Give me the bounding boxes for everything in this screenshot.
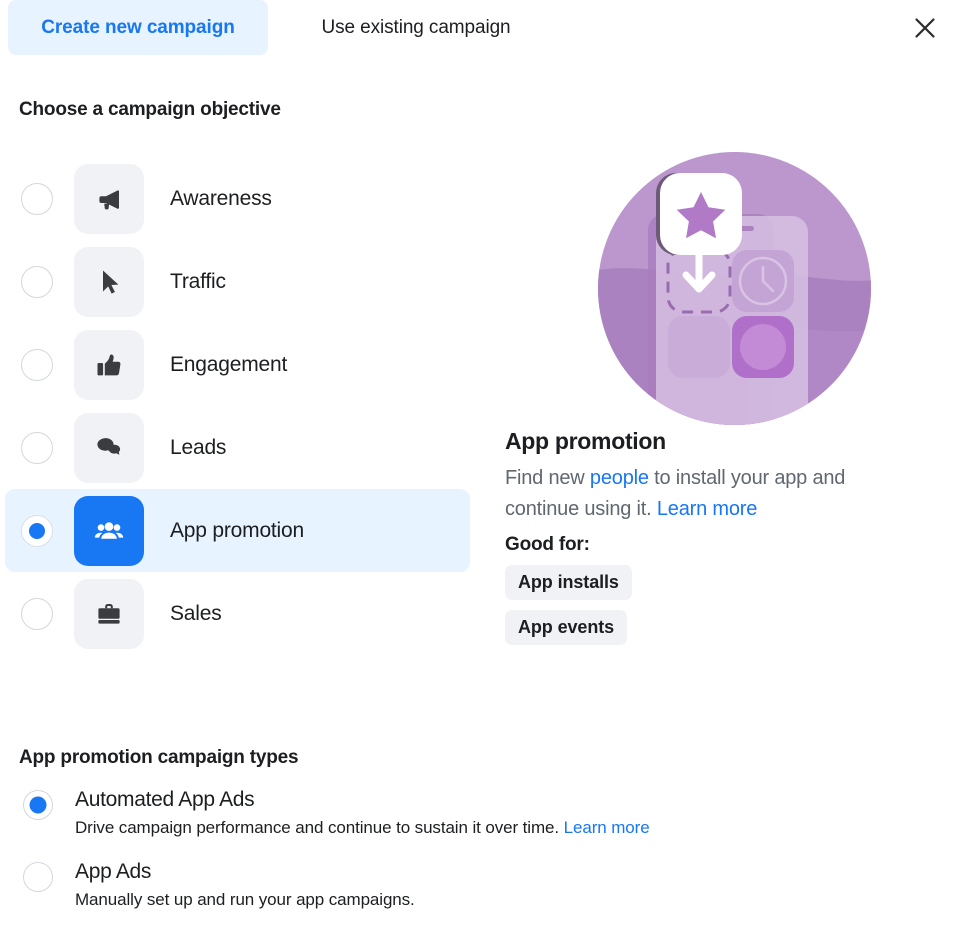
people-icon-container xyxy=(74,495,144,566)
objective-list: Awareness Traffic Engagement Leads App p… xyxy=(0,157,480,655)
tag-app-installs: App installs xyxy=(505,564,632,600)
learn-more-link-automated-app-ads[interactable]: Learn more xyxy=(564,818,650,837)
objective-label-awareness: Awareness xyxy=(170,186,272,210)
tab-use-existing-campaign-label: Use existing campaign xyxy=(321,16,511,38)
app-promotion-illustration xyxy=(598,152,871,425)
radio-automated-app-ads[interactable] xyxy=(23,790,53,820)
campaign-type-description-automated-app-ads: Drive campaign performance and continue … xyxy=(75,818,650,838)
detail-description-part1: Find new xyxy=(505,466,590,489)
campaign-type-description-text-app-ads: Manually set up and run your app campaig… xyxy=(75,890,415,910)
megaphone-icon xyxy=(99,189,119,209)
campaign-tab-bar: Create new campaign Use existing campaig… xyxy=(0,0,960,56)
objective-label-app-promotion: App promotion xyxy=(170,518,304,542)
tab-use-existing-campaign[interactable]: Use existing campaign xyxy=(280,0,552,55)
thumbs-up-icon-container xyxy=(74,329,144,400)
objective-row-app-promotion[interactable]: App promotion xyxy=(5,489,470,572)
objective-row-sales[interactable]: Sales xyxy=(0,572,480,655)
detail-title: App promotion xyxy=(505,428,666,454)
campaign-type-row-app-ads[interactable]: App Ads Manually set up and run your app… xyxy=(0,860,900,910)
radio-sales[interactable] xyxy=(21,597,53,630)
objective-row-traffic[interactable]: Traffic xyxy=(0,240,480,323)
campaign-type-label-app-ads: App Ads xyxy=(75,860,152,884)
briefcase-icon xyxy=(98,603,120,624)
close-button[interactable] xyxy=(907,10,943,46)
learn-more-link-detail[interactable]: Learn more xyxy=(657,498,757,520)
good-for-tags: App installs App events xyxy=(500,556,940,655)
people-link[interactable]: people xyxy=(590,467,649,489)
campaign-type-text-automated-app-ads: Automated App Ads Drive campaign perform… xyxy=(75,788,650,838)
campaign-type-text-app-ads: App Ads Manually set up and run your app… xyxy=(75,860,415,910)
radio-app-promotion[interactable] xyxy=(21,514,53,547)
objective-label-engagement: Engagement xyxy=(170,352,288,376)
briefcase-icon-container xyxy=(74,578,144,649)
objective-section-title: Choose a campaign objective xyxy=(19,99,281,120)
radio-awareness[interactable] xyxy=(21,182,53,215)
objective-row-awareness[interactable]: Awareness xyxy=(0,157,480,240)
radio-leads[interactable] xyxy=(21,431,53,464)
objective-row-leads[interactable]: Leads xyxy=(0,406,480,489)
campaign-types-list: Automated App Ads Drive campaign perform… xyxy=(0,788,900,932)
chat-bubbles-icon xyxy=(97,437,121,455)
campaign-type-description-text-automated: Drive campaign performance and continue … xyxy=(75,818,564,838)
objective-label-traffic: Traffic xyxy=(170,269,226,293)
objective-label-leads: Leads xyxy=(170,435,227,459)
people-icon xyxy=(94,521,124,539)
radio-app-ads[interactable] xyxy=(23,862,53,893)
cursor-icon xyxy=(103,270,119,294)
objective-detail-panel: App promotion Find new people to install… xyxy=(500,140,940,655)
chat-bubbles-icon-container xyxy=(74,412,144,483)
tab-create-new-campaign-label: Create new campaign xyxy=(41,16,235,38)
good-for-label: Good for: xyxy=(505,533,590,555)
campaign-types-title: App promotion campaign types xyxy=(19,747,299,768)
megaphone-icon-container xyxy=(74,163,144,234)
detail-description: Find new people to install your app and … xyxy=(500,456,909,525)
cursor-icon-container xyxy=(74,246,144,317)
thumbs-up-icon xyxy=(97,353,121,375)
tag-app-events: App events xyxy=(505,609,628,645)
objective-row-engagement[interactable]: Engagement xyxy=(0,323,480,406)
close-icon xyxy=(915,18,935,38)
radio-engagement[interactable] xyxy=(21,348,53,381)
campaign-type-description-app-ads: Manually set up and run your app campaig… xyxy=(75,890,415,910)
campaign-type-row-automated-app-ads[interactable]: Automated App Ads Drive campaign perform… xyxy=(0,788,900,838)
objective-label-sales: Sales xyxy=(170,601,222,625)
tab-create-new-campaign[interactable]: Create new campaign xyxy=(8,0,268,55)
radio-traffic[interactable] xyxy=(21,265,53,298)
illustration-wrapper xyxy=(500,140,940,428)
campaign-type-label-automated-app-ads: Automated App Ads xyxy=(75,788,255,811)
